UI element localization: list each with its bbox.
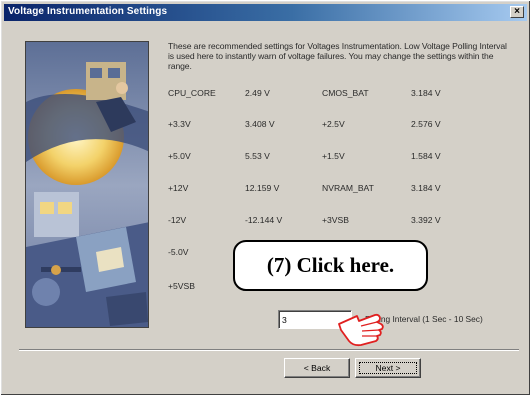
voltage-value: 3.408 V [245,119,275,129]
voltage-value: -12.144 V [245,215,283,225]
wizard-illustration [25,41,149,328]
voltage-value: 12.159 V [245,183,280,193]
voltage-value: 5.53 V [245,151,270,161]
title-bar[interactable]: Voltage Instrumentation Settings × [4,4,527,21]
voltage-row: +5.0V 5.53 V +1.5V 1.584 V [168,151,508,163]
voltage-label: +5VSB [168,281,195,291]
voltage-label: CMOS_BAT [322,88,369,98]
voltage-value: 3.184 V [411,183,441,193]
close-icon: × [514,6,520,17]
voltage-row: -12V -12.144 V +3VSB 3.392 V [168,215,508,227]
dialog-window: Voltage Instrumentation Settings × These… [0,0,531,396]
voltage-value: 2.576 V [411,119,441,129]
voltage-label: NVRAM_BAT [322,183,374,193]
voltage-row: +3.3V 3.408 V +2.5V 2.576 V [168,119,508,131]
voltage-label: CPU_CORE [168,88,216,98]
voltage-label: -5.0V [168,247,189,257]
voltage-label: +2.5V [322,119,345,129]
voltage-value: 1.584 V [411,151,441,161]
voltage-label: -12V [168,215,187,225]
window-title: Voltage Instrumentation Settings [8,6,168,17]
close-button[interactable]: × [510,6,524,18]
divider [19,349,519,351]
voltage-row: +12V 12.159 V NVRAM_BAT 3.184 V [168,183,508,195]
description-text: These are recommended settings for Volta… [168,41,507,71]
voltage-value: 3.392 V [411,215,441,225]
pointing-hand-icon [335,304,387,348]
voltage-row: CPU_CORE 2.49 V CMOS_BAT 3.184 V [168,88,508,100]
voltage-label: +3.3V [168,119,191,129]
instruction-callout: (7) Click here. [233,240,428,291]
voltage-label: +5.0V [168,151,191,161]
voltage-label: +1.5V [322,151,345,161]
voltage-value: 3.184 V [411,88,441,98]
voltage-label: +12V [168,183,189,193]
voltage-label: +3VSB [322,215,349,225]
voltage-value: 2.49 V [245,88,270,98]
next-button-label: Next > [375,363,401,373]
next-button[interactable]: Next > [355,358,421,378]
back-button[interactable]: < Back [284,358,350,378]
